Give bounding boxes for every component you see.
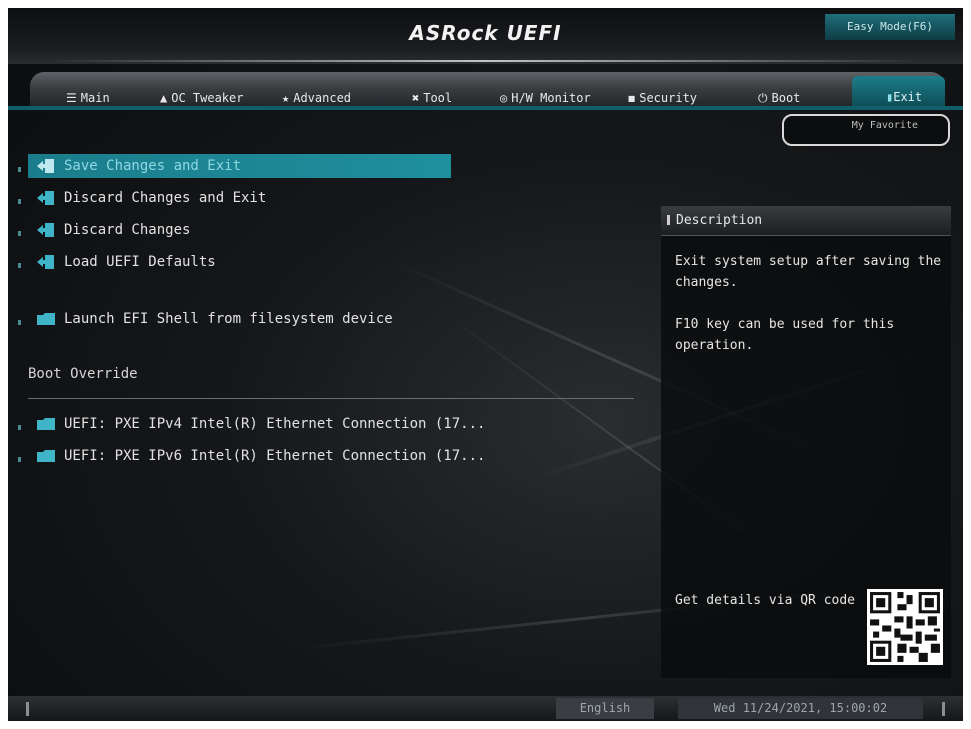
shield-icon: ◼	[628, 91, 636, 105]
tab-label: Main	[80, 91, 110, 105]
tab-oc-tweaker[interactable]: ▲ OC Tweaker	[160, 90, 243, 106]
description-panel: Description Exit system setup after savi…	[661, 206, 951, 678]
exit-icon	[37, 191, 54, 205]
menu-item-label: Load UEFI Defaults	[64, 254, 216, 270]
boot-override-heading: Boot Override	[28, 366, 138, 382]
item-bullet	[18, 231, 21, 236]
folder-icon	[37, 450, 55, 462]
datetime-display: Wed 11/24/2021, 15:00:02	[678, 698, 923, 719]
item-bullet	[18, 320, 21, 325]
easy-mode-button[interactable]: Easy Mode(F6)	[825, 14, 955, 40]
star-icon: ★	[282, 91, 290, 105]
tab-label: Security	[639, 91, 698, 105]
exit-icon	[37, 223, 54, 237]
folder-icon	[37, 313, 55, 325]
item-bullet	[18, 199, 21, 204]
status-edge-left	[26, 702, 29, 716]
menu-item-label: UEFI: PXE IPv6 Intel(R) Ethernet Connect…	[64, 448, 486, 464]
menu-item-launch-efi-shell[interactable]: Launch EFI Shell from filesystem device	[18, 307, 393, 331]
tab-exit[interactable]: ▮ Exit	[852, 76, 945, 106]
item-bullet	[18, 167, 21, 172]
rocket-icon: ▲	[160, 91, 168, 105]
my-favorite-button[interactable]: My Favorite	[782, 114, 950, 146]
uefi-screen: ASRock UEFI Easy Mode(F6) ☰ Main ▲ OC Tw…	[8, 8, 963, 721]
header-bar: ASRock UEFI Easy Mode(F6)	[8, 8, 963, 64]
description-text: Exit system setup after saving the chang…	[675, 254, 942, 290]
tab-underline	[8, 106, 963, 110]
exit-icon: ▮	[886, 90, 894, 104]
tab-label: Boot	[771, 91, 801, 105]
item-bullet	[18, 457, 21, 462]
menu-item-save-changes-and-exit[interactable]: Save Changes and Exit	[18, 154, 451, 178]
menu-item-label: Launch EFI Shell from filesystem device	[64, 311, 393, 327]
description-title: Description	[676, 213, 763, 228]
qr-code-icon	[867, 589, 943, 665]
item-bullet	[18, 263, 21, 268]
tab-boot[interactable]: ⏻ Boot	[758, 90, 800, 106]
tab-bar: ☰ Main ▲ OC Tweaker ★ Advanced ✖ Tool ◎ …	[30, 72, 945, 106]
exit-icon	[37, 159, 54, 173]
tab-tool[interactable]: ✖ Tool	[412, 90, 452, 106]
tab-advanced[interactable]: ★ Advanced	[282, 90, 351, 106]
tab-label: H/W Monitor	[511, 91, 591, 105]
status-edge-right	[942, 702, 945, 716]
brand-logo: ASRock UEFI	[409, 21, 562, 45]
header-mark	[667, 215, 670, 225]
folder-icon	[37, 418, 55, 430]
boot-item-pxe-ipv6[interactable]: UEFI: PXE IPv6 Intel(R) Ethernet Connect…	[18, 444, 486, 468]
tab-label: Advanced	[293, 91, 352, 105]
tab-label: Exit	[893, 90, 923, 104]
language-selector[interactable]: English	[556, 698, 654, 719]
boot-item-pxe-ipv4[interactable]: UEFI: PXE IPv4 Intel(R) Ethernet Connect…	[18, 412, 486, 436]
status-bar: English Wed 11/24/2021, 15:00:02	[8, 696, 963, 721]
menu-item-label: Discard Changes and Exit	[64, 190, 267, 206]
tab-main[interactable]: ☰ Main	[66, 90, 110, 106]
qr-label: Get details via QR code	[675, 593, 856, 608]
menu-item-discard-changes-and-exit[interactable]: Discard Changes and Exit	[18, 186, 267, 210]
tab-label: Tool	[423, 91, 453, 105]
description-header: Description	[661, 206, 951, 236]
description-text-hotkey: F10 key can be used for this operation.	[675, 317, 895, 353]
power-icon: ⏻	[758, 90, 768, 105]
menu-item-discard-changes[interactable]: Discard Changes	[18, 218, 191, 242]
exit-icon	[37, 255, 54, 269]
menu-item-label: Discard Changes	[64, 222, 191, 238]
menu-item-label: UEFI: PXE IPv4 Intel(R) Ethernet Connect…	[64, 416, 486, 432]
menu-item-label: Save Changes and Exit	[64, 158, 242, 174]
tools-icon: ✖	[412, 91, 420, 105]
tab-security[interactable]: ◼ Security	[628, 90, 697, 106]
menu-item-load-uefi-defaults[interactable]: Load UEFI Defaults	[18, 250, 216, 274]
tab-label: OC Tweaker	[171, 91, 244, 105]
monitor-icon: ◎	[500, 91, 508, 105]
list-icon: ☰	[66, 91, 77, 105]
tab-hw-monitor[interactable]: ◎ H/W Monitor	[500, 90, 591, 106]
section-divider	[28, 398, 634, 399]
item-bullet	[18, 425, 21, 430]
